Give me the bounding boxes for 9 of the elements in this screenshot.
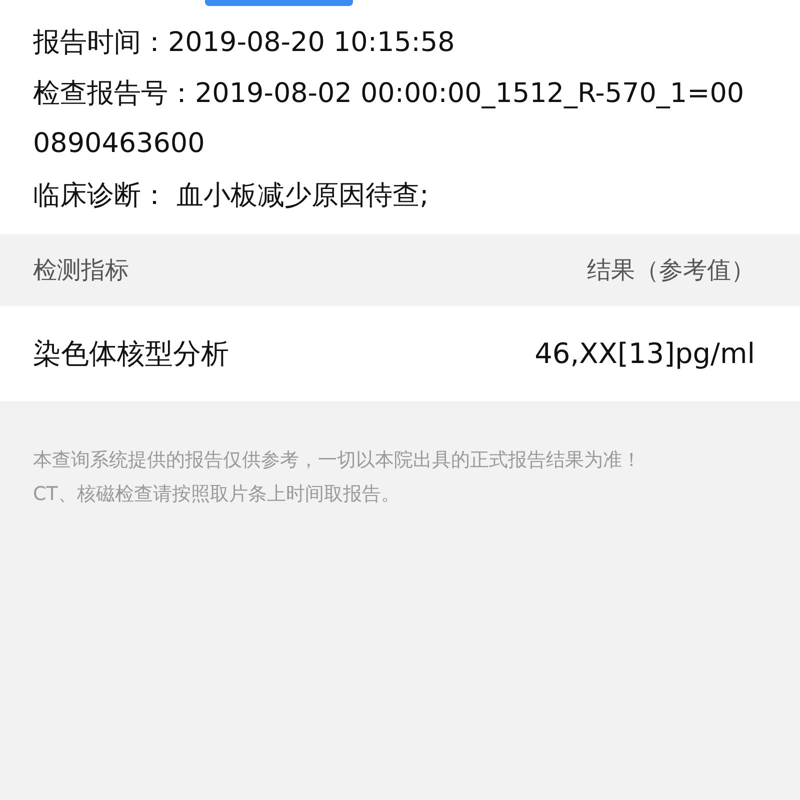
info-line: 检查报告号：2019-08-02 00:00:00_1512_R-570_1=000890463600	[33, 77, 746, 161]
info-line: 报告时间：2019-08-20 10:15:58	[33, 26, 456, 60]
column-header: 检测指标	[33, 255, 129, 286]
column-header: 结果（参考值）	[587, 255, 755, 286]
table-cell: 46,XX[13]pg/ml	[534, 337, 755, 370]
table-cell-text: 染色体核型分析	[33, 336, 229, 372]
disclaimer-text: 本查询系统提供的报告仅供参考，一切以本院出具的正式报告结果为准！	[33, 448, 642, 473]
disclaimer-text: CT、核磁检查请按照取片条上时间取报告。	[33, 482, 401, 507]
info-line: 临床诊断： 血小板减少原因待查;	[33, 179, 430, 213]
